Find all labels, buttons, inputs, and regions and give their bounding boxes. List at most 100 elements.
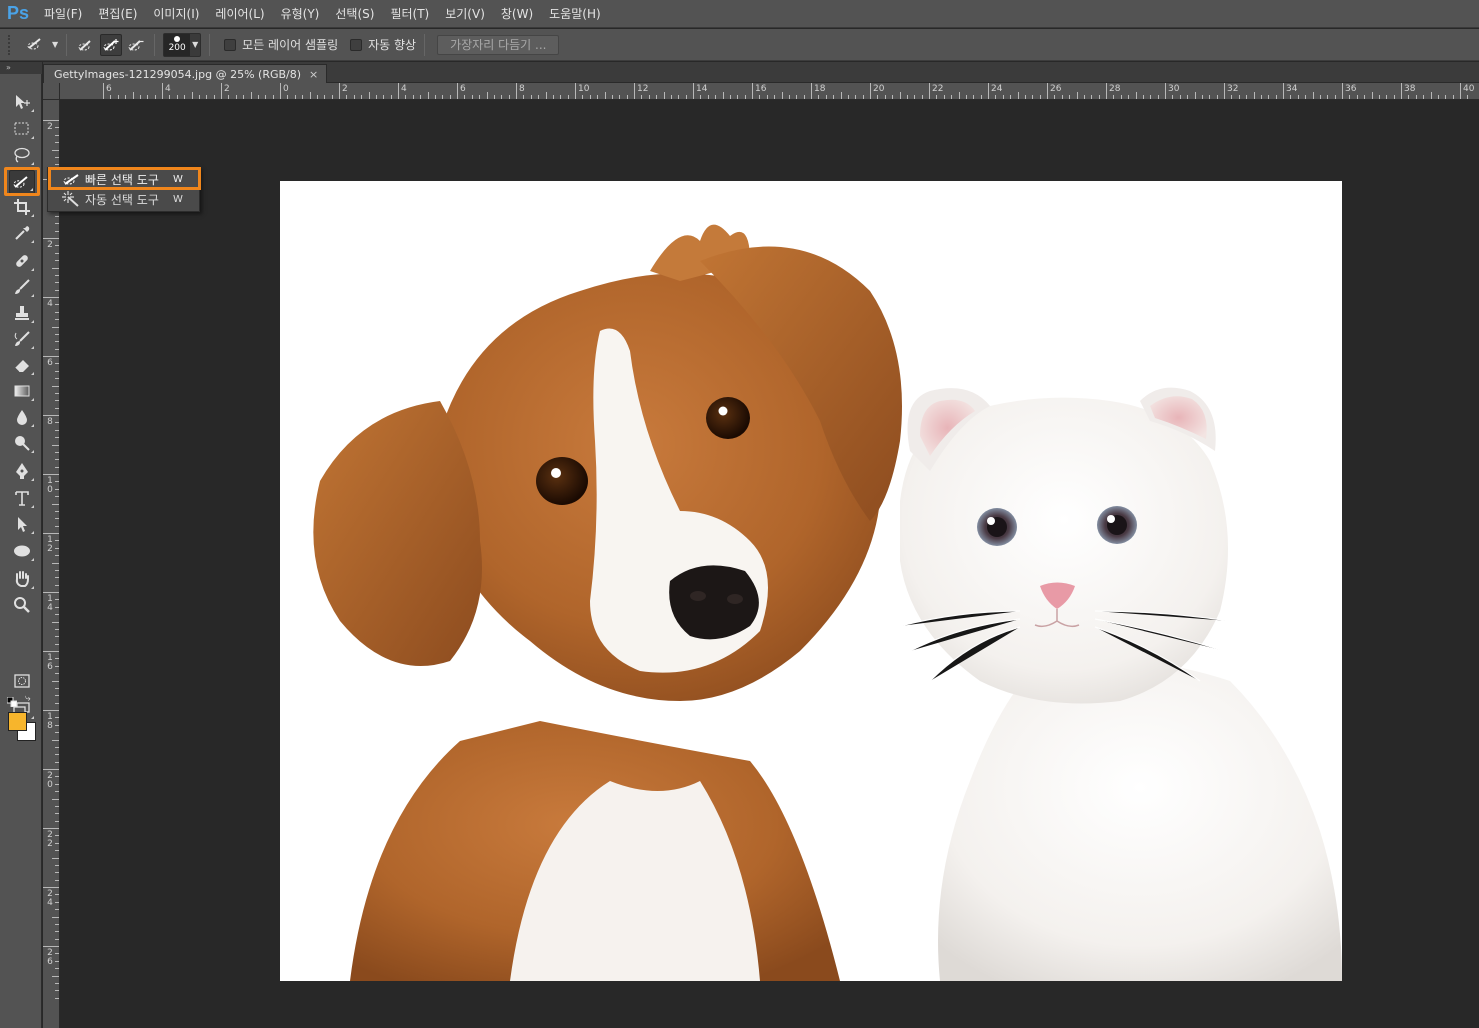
ruler-minor-tick (55, 289, 59, 291)
ruler-major-tick (575, 83, 576, 99)
pen-tool[interactable] (9, 459, 35, 483)
ruler-minor-tick (55, 311, 59, 313)
lasso-tool[interactable] (9, 143, 35, 167)
ruler-major-tick (1224, 83, 1225, 99)
ruler-major-tick (1342, 83, 1343, 99)
clone-stamp-tool[interactable] (9, 301, 35, 325)
ruler-minor-tick (55, 230, 59, 232)
ruler-major-tick (457, 83, 458, 99)
ruler-minor-tick (1334, 95, 1336, 99)
path-selection-tool[interactable] (9, 512, 35, 536)
tools-panel-header[interactable]: » (0, 62, 42, 74)
ruler-minor-tick (265, 95, 267, 99)
ruler-label: 38 (1404, 84, 1416, 94)
ruler-minor-tick (1091, 95, 1093, 99)
ruler-minor-tick (936, 95, 938, 99)
ruler-minor-tick (52, 798, 59, 800)
auto-enhance-checkbox[interactable] (350, 38, 363, 51)
auto-enhance-option[interactable]: 자동 향상 (350, 36, 416, 53)
move-tool[interactable] (9, 90, 35, 114)
type-tool[interactable] (9, 486, 35, 510)
menu-image[interactable]: 이미지(I) (145, 0, 207, 28)
ruler-minor-tick (55, 370, 59, 372)
ruler-minor-tick (1069, 95, 1071, 99)
gradient-tool[interactable] (9, 379, 35, 403)
dodge-tool[interactable] (9, 431, 35, 455)
ruler-minor-tick (55, 628, 59, 630)
menu-select[interactable]: 선택(S) (327, 0, 382, 28)
ruler-minor-tick (1305, 95, 1307, 99)
ruler-minor-tick (1201, 95, 1203, 99)
ruler-minor-tick (383, 95, 385, 99)
ruler-minor-tick (1445, 95, 1447, 99)
menu-type[interactable]: 유형(Y) (273, 0, 328, 28)
document-tab[interactable]: GettyImages-121299054.jpg @ 25% (RGB/8) … (43, 64, 328, 83)
refine-edge-button[interactable]: 가장자리 다듬기 ... (437, 34, 560, 55)
menu-layer[interactable]: 레이어(L) (207, 0, 272, 28)
quick-mask-button[interactable] (9, 669, 35, 693)
ruler-minor-tick (899, 92, 901, 99)
ruler-minor-tick (847, 95, 849, 99)
ruler-minor-tick (55, 665, 59, 667)
menu-help[interactable]: 도움말(H) (541, 0, 609, 28)
ruler-minor-tick (55, 127, 59, 129)
ruler-minor-tick (796, 95, 798, 99)
ruler-minor-tick (855, 95, 857, 99)
ruler-major-tick (516, 83, 517, 99)
ruler-minor-tick (55, 842, 59, 844)
ruler-minor-tick (1356, 95, 1358, 99)
brush-preview: 200 (164, 33, 191, 56)
ruler-minor-tick (420, 95, 422, 99)
subtract-from-selection-button[interactable] (125, 34, 147, 56)
menu-edit[interactable]: 편집(E) (90, 0, 145, 28)
foreground-color-swatch[interactable] (8, 712, 27, 731)
ruler-minor-tick (55, 695, 59, 697)
menu-view[interactable]: 보기(V) (437, 0, 493, 28)
healing-brush-tool[interactable] (9, 249, 35, 273)
eraser-tool[interactable] (9, 353, 35, 377)
dodge-icon (15, 436, 30, 451)
close-icon[interactable]: × (309, 68, 318, 81)
ruler-label: 22 (47, 830, 53, 849)
crop-icon (14, 199, 30, 215)
ruler-minor-tick (914, 95, 916, 99)
menu-file[interactable]: 파일(F) (36, 0, 90, 28)
ruler-minor-tick (55, 481, 59, 483)
crop-tool[interactable] (9, 195, 35, 219)
ruler-origin[interactable] (43, 83, 60, 100)
horizontal-ruler[interactable]: 6 4 2 0 2 4 6 8 10 12 14 16 18 20 22 24 26 28 30 32 34 36 38 40 (43, 83, 1479, 100)
ruler-major-tick (43, 415, 59, 416)
ruler-minor-tick (840, 92, 842, 99)
sample-all-layers-checkbox[interactable] (224, 38, 237, 51)
ruler-minor-tick (55, 901, 59, 903)
menu-window[interactable]: 창(W) (493, 0, 541, 28)
ruler-label: 14 (696, 84, 708, 94)
ruler-minor-tick (958, 92, 960, 99)
ruler-minor-tick (309, 92, 311, 99)
eyedropper-tool[interactable] (9, 221, 35, 245)
flyout-item-magic-wand[interactable]: 자동 선택 도구 W (49, 189, 199, 209)
ruler-minor-tick (951, 95, 953, 99)
tool-preset-picker[interactable]: ▼ (26, 35, 58, 54)
document-canvas[interactable] (280, 181, 1342, 981)
vertical-ruler[interactable]: 202468101214161820222426 (43, 100, 60, 1028)
sample-all-layers-option[interactable]: 모든 레이어 샘플링 (224, 36, 338, 53)
ruler-minor-tick (906, 95, 908, 99)
ruler-minor-tick (892, 95, 894, 99)
brush-tool[interactable] (9, 275, 35, 299)
hand-tool[interactable] (9, 567, 35, 591)
marquee-tool[interactable] (9, 117, 35, 141)
menu-filter[interactable]: 필터(T) (382, 0, 437, 28)
brush-size-picker[interactable]: 200 ▼ (163, 32, 202, 57)
ruler-minor-tick (55, 282, 59, 284)
ruler-minor-tick (1423, 95, 1425, 99)
new-selection-button[interactable] (75, 34, 97, 56)
options-bar-grip[interactable] (8, 34, 14, 55)
ellipse-tool[interactable] (9, 539, 35, 563)
zoom-tool[interactable] (9, 593, 35, 617)
ruler-minor-tick (55, 429, 59, 431)
add-to-selection-button[interactable] (100, 33, 123, 56)
blur-tool[interactable] (9, 405, 35, 429)
history-brush-tool[interactable] (9, 327, 35, 351)
ruler-major-tick (43, 887, 59, 888)
